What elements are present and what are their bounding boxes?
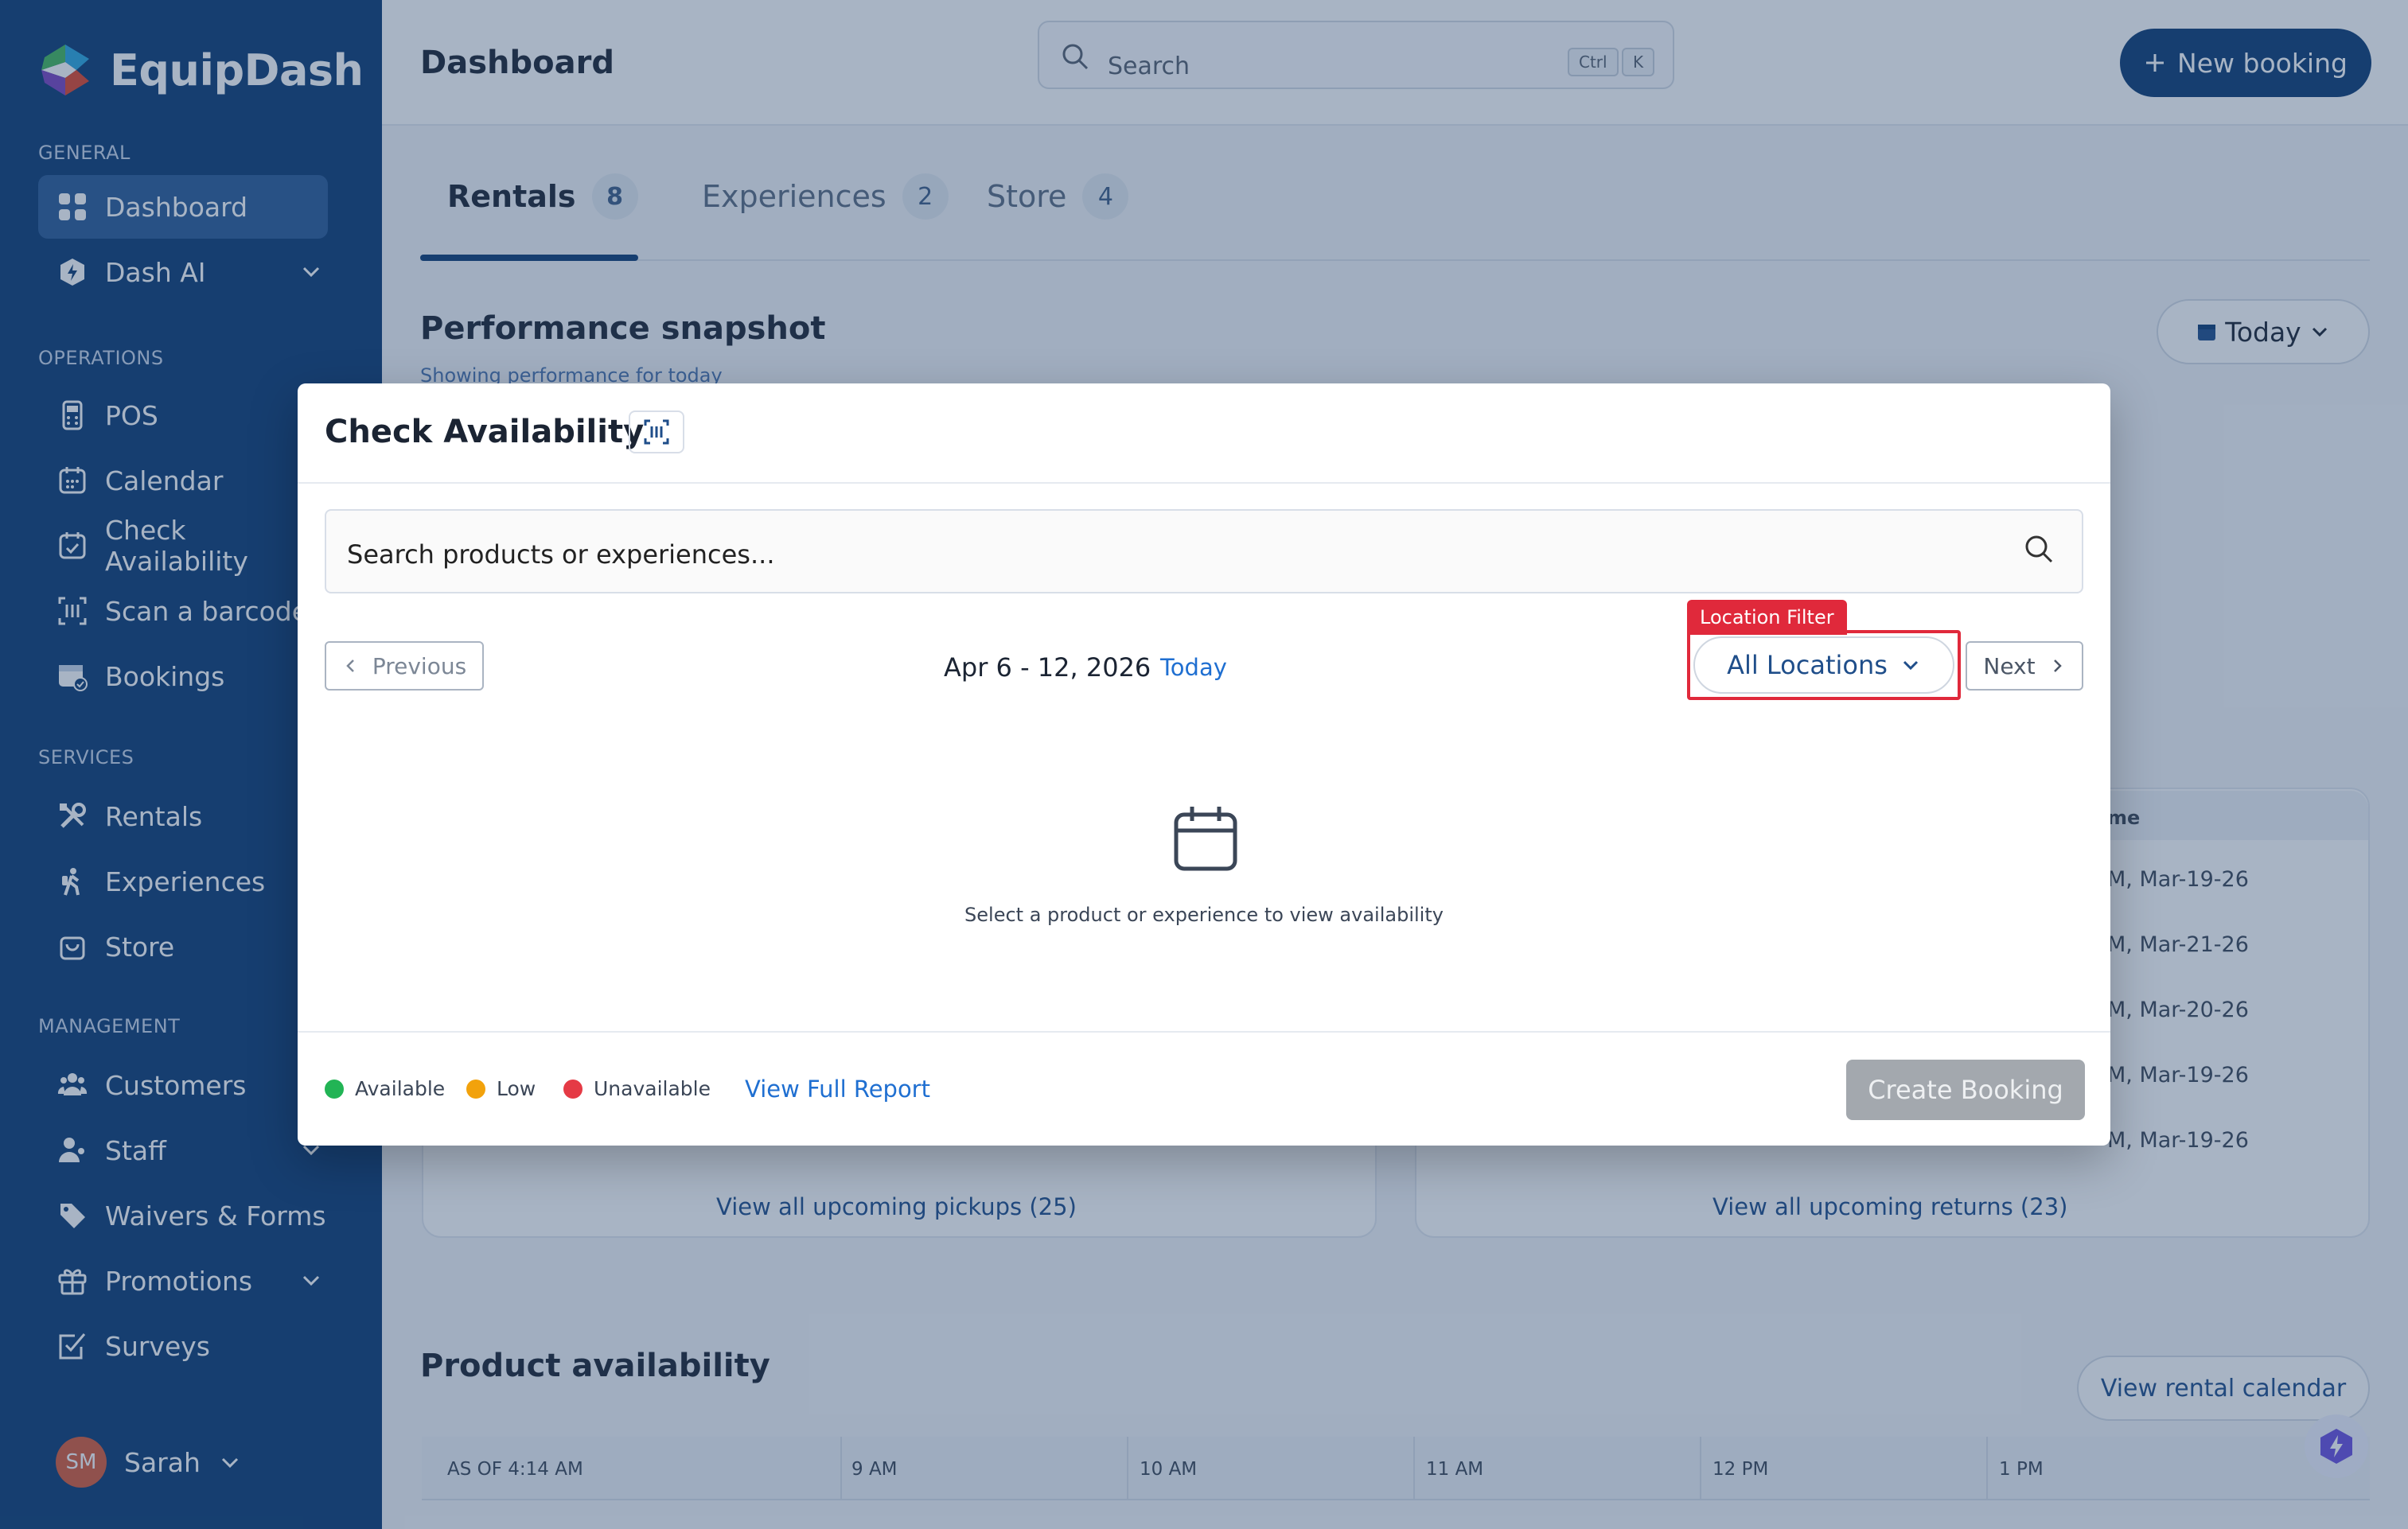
empty-state-message: Select a product or experience to view a… bbox=[964, 904, 1444, 926]
legend-label: Unavailable bbox=[594, 1077, 711, 1100]
available-dot bbox=[325, 1079, 344, 1099]
chevron-right-icon bbox=[2053, 659, 2062, 672]
date-range: Apr 6 - 12, 2026 bbox=[944, 652, 1151, 683]
modal-title: Check Availability bbox=[325, 414, 645, 450]
today-link[interactable]: Today bbox=[1160, 654, 1227, 681]
legend-available: Available bbox=[325, 1077, 445, 1100]
modal-header-divider bbox=[298, 482, 2110, 484]
check-availability-modal: Check Availability Search products or ex… bbox=[298, 383, 2110, 1146]
chevron-down-icon bbox=[1903, 660, 1918, 671]
low-dot bbox=[466, 1079, 485, 1099]
previous-label: Previous bbox=[372, 652, 467, 679]
legend-low: Low bbox=[466, 1077, 536, 1100]
search-icon[interactable] bbox=[2023, 533, 2055, 565]
view-full-report-link[interactable]: View Full Report bbox=[745, 1076, 930, 1103]
barcode-scan-icon bbox=[644, 419, 669, 445]
create-booking-button[interactable]: Create Booking bbox=[1846, 1060, 2085, 1120]
location-label: All Locations bbox=[1727, 650, 1888, 680]
product-search-input[interactable]: Search products or experiences... bbox=[325, 509, 2083, 593]
legend-label: Available bbox=[355, 1077, 446, 1100]
chevron-left-icon bbox=[346, 659, 354, 672]
location-filter-dropdown[interactable]: All Locations bbox=[1693, 636, 1954, 694]
modal-footer-divider bbox=[298, 1031, 2110, 1033]
search-placeholder: Search products or experiences... bbox=[347, 539, 775, 570]
legend-unavailable: Unavailable bbox=[563, 1077, 711, 1100]
calendar-empty-icon bbox=[1174, 807, 1237, 871]
previous-week-button[interactable]: Previous bbox=[325, 641, 484, 691]
scan-barcode-button[interactable] bbox=[629, 410, 684, 453]
unavailable-dot bbox=[563, 1079, 583, 1099]
next-label: Next bbox=[1983, 652, 2036, 679]
next-week-button[interactable]: Next bbox=[1966, 641, 2083, 691]
legend-label: Low bbox=[497, 1077, 536, 1100]
